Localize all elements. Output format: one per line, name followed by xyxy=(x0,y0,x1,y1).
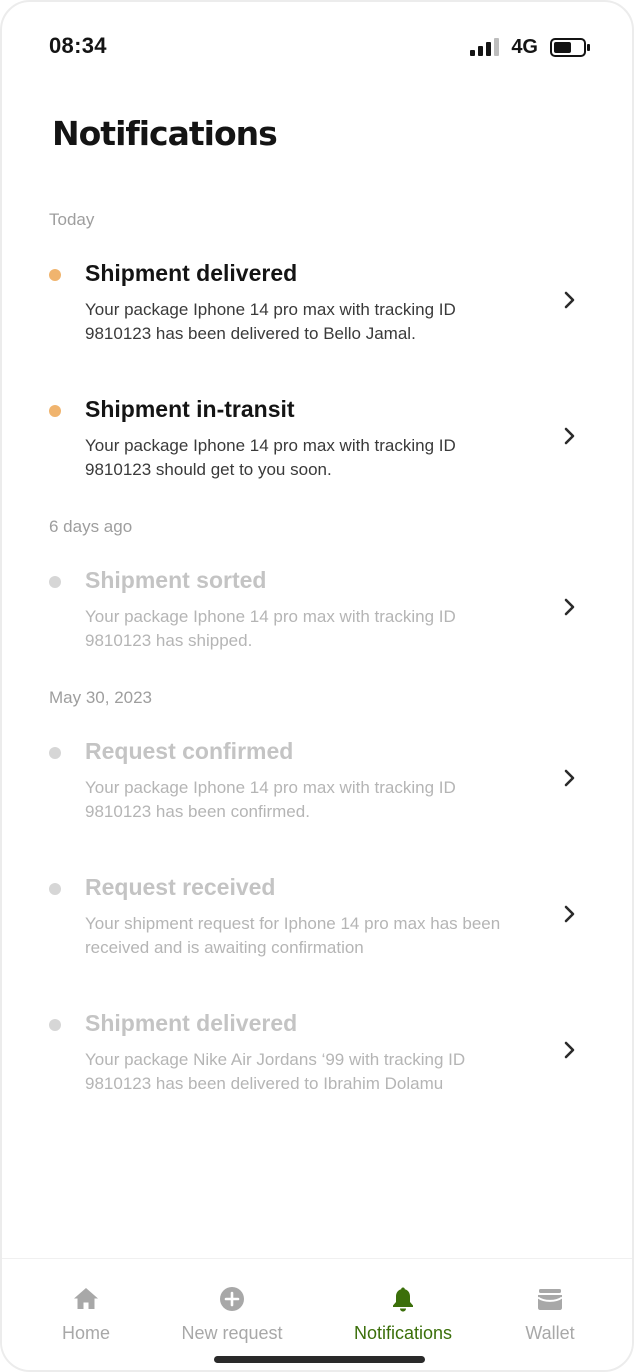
notification-body: Your package Iphone 14 pro max with trac… xyxy=(85,607,456,650)
status-indicators: 4G xyxy=(470,35,590,59)
notification-item[interactable]: Request received Your shipment request f… xyxy=(2,874,632,974)
signal-icon xyxy=(470,38,500,56)
tab-label: New request xyxy=(181,1323,283,1343)
notification-title: Request received xyxy=(85,874,276,900)
tab-new-request[interactable]: New request xyxy=(162,1285,302,1344)
notification-title: Shipment in-transit xyxy=(85,396,295,422)
tab-label: Home xyxy=(61,1323,110,1343)
notification-body: Your package Iphone 14 pro max with trac… xyxy=(85,778,456,821)
tab-home[interactable]: Home xyxy=(16,1285,156,1344)
section-label-may-30: May 30, 2023 xyxy=(49,688,153,707)
chevron-right-icon xyxy=(564,427,575,445)
wallet-icon xyxy=(537,1289,563,1310)
tab-wallet[interactable]: Wallet xyxy=(480,1285,620,1344)
home-indicator xyxy=(214,1356,425,1363)
notification-item[interactable]: Shipment delivered Your package Nike Air… xyxy=(2,1010,632,1110)
status-dot xyxy=(49,1019,61,1031)
tab-label: Notifications xyxy=(353,1323,453,1343)
status-dot xyxy=(49,269,61,281)
notification-item[interactable]: Shipment in-transit Your package Iphone … xyxy=(2,396,632,496)
chevron-right-icon xyxy=(564,291,575,309)
notification-item[interactable]: Shipment delivered Your package Iphone 1… xyxy=(2,260,632,360)
bottom-tab-bar: Home New request Notifications Wallet xyxy=(2,1258,632,1370)
bell-icon xyxy=(393,1287,413,1312)
chevron-right-icon xyxy=(564,1041,575,1059)
status-dot xyxy=(49,883,61,895)
plus-circle-icon xyxy=(220,1287,244,1311)
network-type: 4G xyxy=(511,35,538,58)
status-time: 08:34 xyxy=(49,33,107,58)
status-dot xyxy=(49,405,61,417)
battery-icon xyxy=(550,37,590,57)
notification-body: Your package Iphone 14 pro max with trac… xyxy=(85,300,456,343)
tab-label: Wallet xyxy=(525,1323,575,1343)
section-label-today: Today xyxy=(49,210,95,229)
notification-title: Shipment delivered xyxy=(85,1010,298,1036)
chevron-right-icon xyxy=(564,905,575,923)
notification-title: Request confirmed xyxy=(85,738,294,764)
page-title: Notifications xyxy=(52,114,278,153)
notification-body: Your shipment request for Iphone 14 pro … xyxy=(85,914,501,957)
phone-screen: 08:34 4G Notifications Today Shipment de… xyxy=(0,0,634,1372)
status-dot xyxy=(49,747,61,759)
status-dot xyxy=(49,576,61,588)
tab-notifications[interactable]: Notifications xyxy=(333,1285,473,1344)
notification-body: Your package Iphone 14 pro max with trac… xyxy=(85,436,456,479)
notification-title: Shipment sorted xyxy=(85,567,267,593)
chevron-right-icon xyxy=(564,598,575,616)
notification-title: Shipment delivered xyxy=(85,260,298,286)
section-label-6-days-ago: 6 days ago xyxy=(49,517,133,536)
notification-item[interactable]: Request confirmed Your package Iphone 14… xyxy=(2,738,632,838)
home-icon xyxy=(74,1288,98,1309)
notification-body: Your package Nike Air Jordans ‘99 with t… xyxy=(85,1050,466,1093)
notification-item[interactable]: Shipment sorted Your package Iphone 14 p… xyxy=(2,567,632,667)
chevron-right-icon xyxy=(564,769,575,787)
